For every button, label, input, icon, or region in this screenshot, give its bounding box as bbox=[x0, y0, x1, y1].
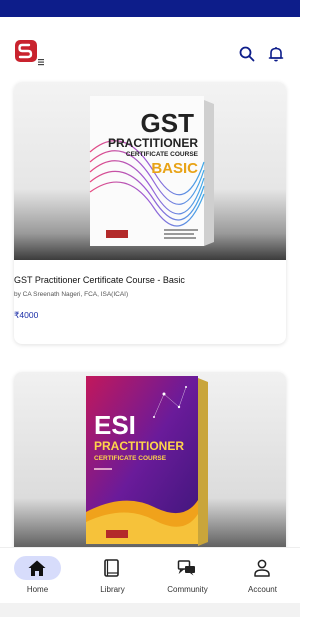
course-price: ₹4000 bbox=[14, 310, 39, 320]
nav-community[interactable]: Community bbox=[150, 548, 225, 604]
nav-label-account: Account bbox=[248, 585, 277, 594]
course-card[interactable]: ESI PRACTITIONER CERTIFICATE COURSE bbox=[14, 372, 286, 547]
bell-icon[interactable] bbox=[267, 45, 285, 63]
status-bar bbox=[0, 0, 300, 17]
nav-library[interactable]: Library bbox=[75, 548, 150, 604]
box-line-certificate: CERTIFICATE COURSE bbox=[126, 151, 199, 158]
bottom-navigation: Home Library Community Account bbox=[0, 547, 300, 603]
nav-home[interactable]: Home bbox=[0, 548, 75, 604]
box-line-basic: BASIC bbox=[151, 160, 198, 177]
nav-label-home: Home bbox=[26, 585, 49, 594]
community-icon bbox=[177, 559, 197, 577]
person-icon bbox=[252, 559, 272, 577]
box-line-practitioner: PRACTITIONER bbox=[94, 439, 184, 453]
book-icon bbox=[102, 559, 122, 577]
ssrl-logo-icon bbox=[15, 40, 44, 66]
box-line-certificate: CERTIFICATE COURSE bbox=[94, 455, 167, 462]
nav-account[interactable]: Account bbox=[225, 548, 300, 604]
app-header bbox=[0, 17, 300, 79]
course-feed[interactable]: GST PRACTITIONER CERTIFICATE COURSE BASI… bbox=[0, 79, 300, 547]
app-logo[interactable] bbox=[14, 39, 44, 69]
box-title-gst: GST bbox=[141, 108, 195, 138]
course-image[interactable]: GST PRACTITIONER CERTIFICATE COURSE BASI… bbox=[14, 82, 286, 260]
course-author: by CA Sreenath Nageri, FCA, ISA(ICAI) bbox=[14, 291, 129, 298]
course-title[interactable]: GST Practitioner Certificate Course - Ba… bbox=[14, 275, 185, 285]
search-icon[interactable] bbox=[238, 45, 256, 63]
nav-label-library: Library bbox=[100, 585, 125, 594]
nav-label-community: Community bbox=[167, 585, 208, 594]
home-icon bbox=[27, 559, 47, 577]
course-card[interactable]: GST PRACTITIONER CERTIFICATE COURSE BASI… bbox=[14, 82, 286, 344]
system-navigation-bar bbox=[0, 603, 300, 617]
box-title-esi: ESI bbox=[94, 410, 136, 440]
box-line-practitioner: PRACTITIONER bbox=[108, 136, 198, 150]
course-image[interactable]: ESI PRACTITIONER CERTIFICATE COURSE bbox=[14, 372, 286, 547]
